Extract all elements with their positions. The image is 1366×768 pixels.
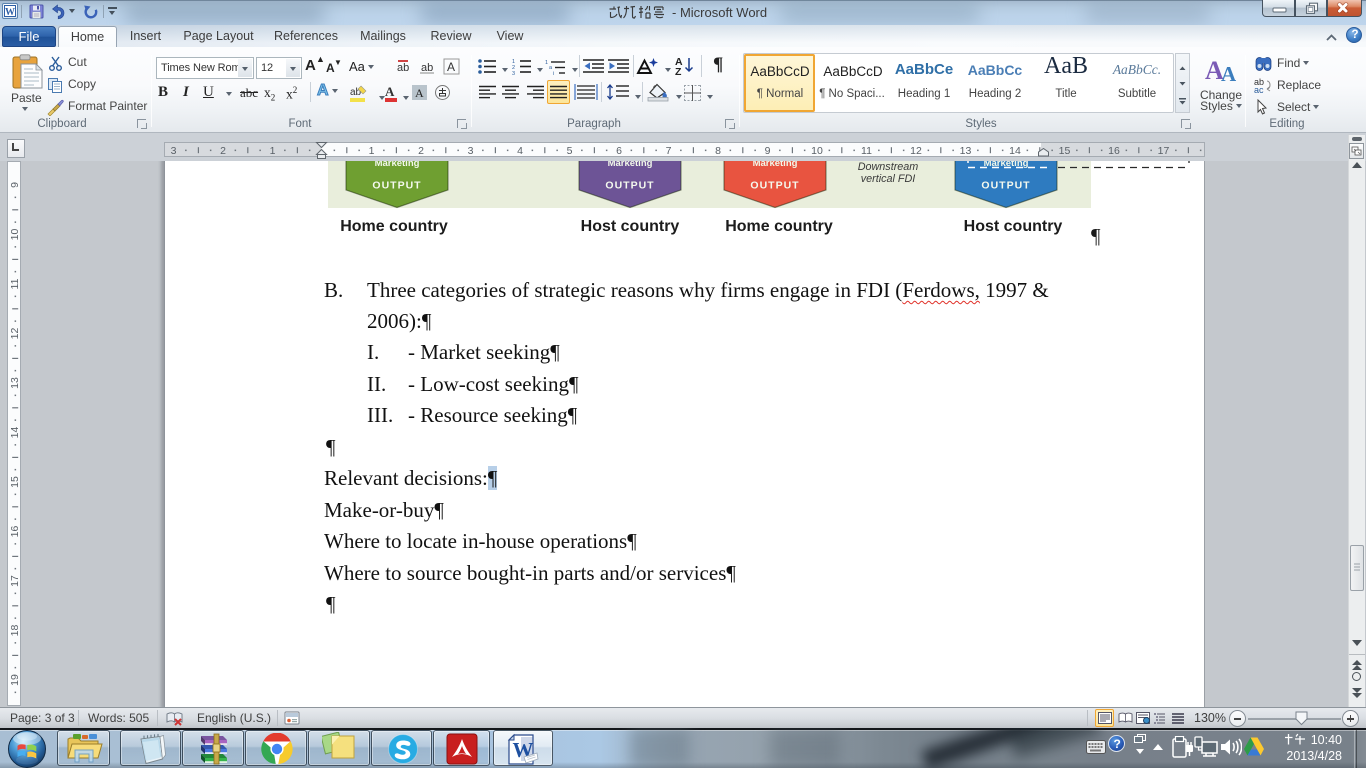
- svg-text:ab: ab: [421, 62, 433, 74]
- svg-text:12: 12: [910, 145, 922, 156]
- svg-text:13: 13: [960, 145, 972, 156]
- svg-text:Marketing: Marketing: [608, 161, 653, 169]
- svg-text:A: A: [385, 84, 395, 99]
- svg-text:4: 4: [517, 145, 523, 156]
- svg-text:14: 14: [1009, 145, 1021, 156]
- svg-text:17: 17: [1158, 145, 1170, 156]
- svg-text:7: 7: [666, 145, 672, 156]
- svg-text:Z: Z: [675, 66, 682, 77]
- svg-text:10: 10: [9, 229, 20, 241]
- svg-text:3: 3: [171, 145, 177, 156]
- svg-text:2: 2: [418, 145, 424, 156]
- svg-text:9: 9: [765, 145, 771, 156]
- svg-text:ab: ab: [397, 62, 409, 74]
- svg-text:Marketing: Marketing: [753, 161, 798, 169]
- svg-text:19: 19: [9, 674, 20, 686]
- svg-text:OUTPUT: OUTPUT: [605, 180, 654, 192]
- svg-text:W: W: [5, 7, 15, 18]
- svg-text:1: 1: [369, 145, 375, 156]
- svg-text:i: i: [553, 71, 554, 75]
- svg-text:16: 16: [1108, 145, 1120, 156]
- svg-text:6: 6: [616, 145, 622, 156]
- svg-text:A: A: [1221, 62, 1237, 83]
- svg-text:A: A: [447, 60, 455, 74]
- svg-text:15: 15: [1059, 145, 1071, 156]
- svg-text:OUTPUT: OUTPUT: [981, 180, 1030, 192]
- svg-text:10: 10: [811, 145, 823, 156]
- svg-text:3: 3: [512, 71, 515, 75]
- svg-text:5: 5: [567, 145, 573, 156]
- svg-text:A: A: [415, 86, 424, 100]
- svg-text:9: 9: [9, 182, 20, 188]
- svg-text:18: 18: [9, 625, 20, 637]
- svg-text:1: 1: [270, 145, 276, 156]
- svg-text:OUTPUT: OUTPUT: [750, 180, 799, 192]
- svg-text:8: 8: [715, 145, 721, 156]
- svg-text:3: 3: [468, 145, 474, 156]
- svg-text:OUTPUT: OUTPUT: [372, 180, 421, 192]
- svg-text:Marketing: Marketing: [375, 161, 420, 169]
- svg-text:ac: ac: [1254, 85, 1264, 93]
- svg-text:2: 2: [220, 145, 226, 156]
- svg-text:11: 11: [861, 145, 872, 156]
- svg-text:1: 1: [545, 60, 548, 66]
